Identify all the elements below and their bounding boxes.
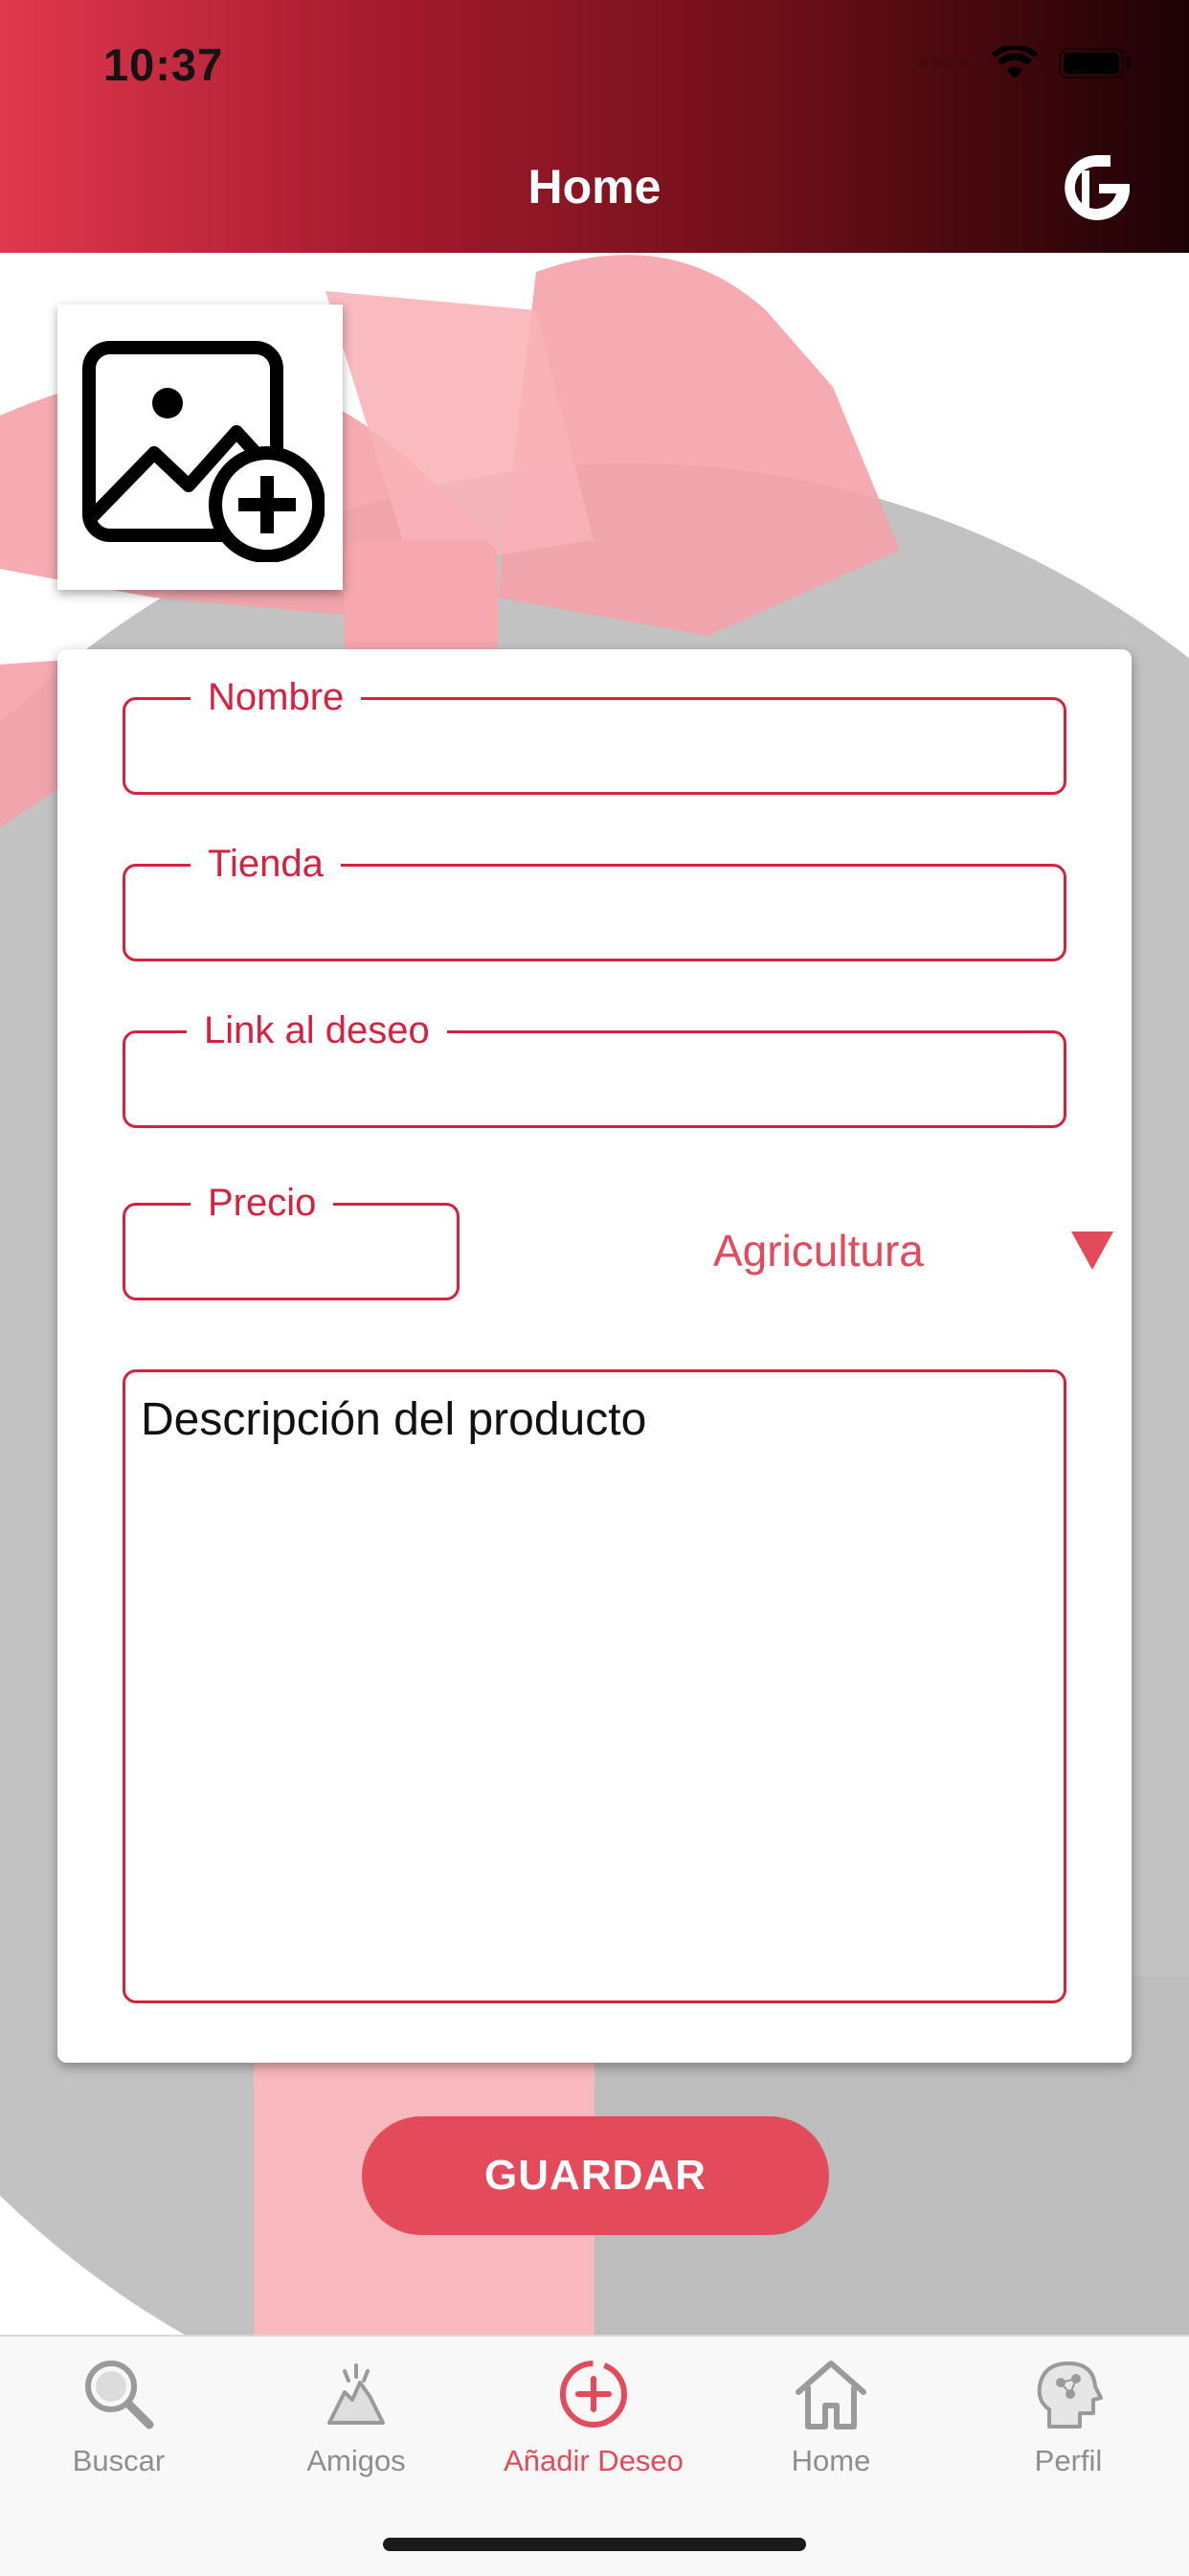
category-selected: Agricultura (713, 1226, 924, 1276)
add-wish-icon (560, 2361, 627, 2428)
add-image-button[interactable] (57, 305, 343, 590)
tab-amigos-label: Amigos (306, 2444, 406, 2477)
tab-home-label: Home (791, 2444, 871, 2477)
description-input[interactable] (139, 1391, 1050, 1987)
tab-anadir-deseo-label: Añadir Deseo (504, 2444, 684, 2477)
friends-icon (327, 2363, 385, 2425)
page-title: Home (527, 160, 662, 214)
app-logo-icon[interactable] (1061, 151, 1133, 224)
precio-field[interactable]: Precio (123, 1179, 460, 1300)
search-icon (85, 2361, 154, 2429)
add-image-icon (82, 341, 325, 562)
description-field[interactable] (123, 1369, 1066, 2003)
home-icon (796, 2361, 866, 2429)
tab-home[interactable]: Home (712, 2354, 950, 2497)
tab-buscar-label: Buscar (72, 2444, 166, 2477)
tab-amigos[interactable]: Amigos (237, 2354, 475, 2497)
wifi-icon (992, 46, 1038, 79)
nombre-input[interactable] (145, 710, 1044, 786)
tab-buscar[interactable]: Buscar (0, 2354, 237, 2497)
status-icons (917, 44, 1132, 82)
save-button[interactable]: GUARDAR (362, 2116, 829, 2235)
precio-input[interactable] (145, 1215, 437, 1292)
battery-icon (1059, 48, 1131, 79)
tienda-input[interactable] (145, 876, 1044, 953)
category-dropdown[interactable]: Agricultura (713, 1222, 1115, 1279)
wish-form-card: Nombre Tienda Link al deseo Precio Agric… (57, 649, 1132, 2063)
tab-anadir-deseo[interactable]: Añadir Deseo (475, 2354, 712, 2497)
profile-icon (1037, 2361, 1103, 2429)
tienda-field[interactable]: Tienda (123, 840, 1066, 961)
status-time: 10:37 (103, 39, 224, 90)
nombre-field[interactable]: Nombre (123, 673, 1066, 795)
signal-icon (918, 58, 968, 68)
tab-perfil[interactable]: Perfil (950, 2354, 1187, 2497)
link-field[interactable]: Link al deseo (123, 1006, 1066, 1128)
home-indicator (383, 2538, 806, 2551)
dropdown-arrow-icon (1071, 1232, 1113, 1270)
link-input[interactable] (145, 1043, 1044, 1119)
tab-perfil-label: Perfil (1034, 2444, 1103, 2477)
app-header: 10:37 Home (0, 0, 1189, 253)
